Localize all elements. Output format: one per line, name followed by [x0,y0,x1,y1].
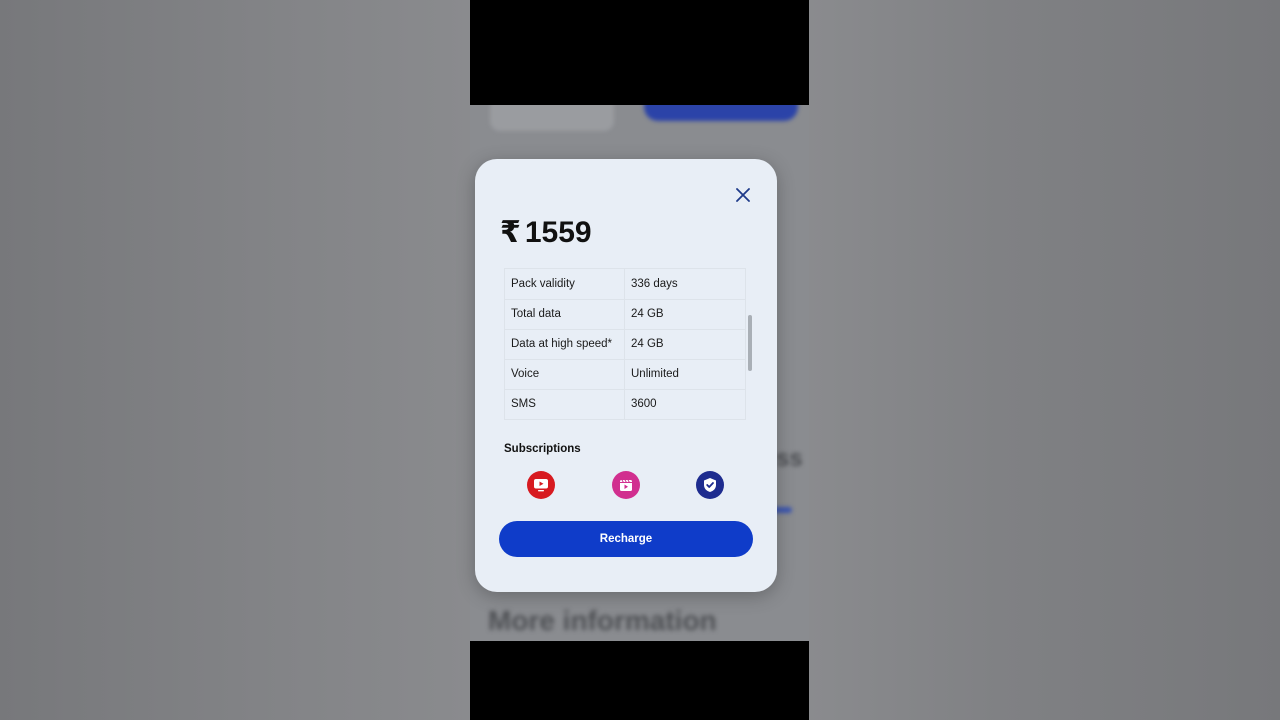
subscriptions-title: Subscriptions [504,443,581,455]
background-text-fragment: ss [776,445,803,472]
price-amount: 1559 [524,216,592,249]
table-row: Data at high speed* 24 GB [504,329,746,360]
plan-details-table[interactable]: Pack validity 336 days Total data 24 GB … [504,268,746,420]
table-row: Pack validity 336 days [504,269,746,300]
plan-price: ₹1559 [500,215,592,250]
table-scrollbar[interactable] [748,315,752,371]
detail-label: Pack validity [504,269,625,300]
detail-label: Total data [504,299,625,330]
left-letterbox [0,0,470,720]
currency-symbol: ₹ [500,216,521,249]
detail-label: SMS [504,389,625,420]
tv-play-icon [534,479,548,492]
detail-value: 3600 [624,389,746,420]
close-icon [736,188,750,202]
background-heading: More information [488,605,717,636]
detail-value: 336 days [624,269,746,300]
detail-value: 24 GB [624,329,746,360]
table-row: Voice Unlimited [504,359,746,390]
table-row: SMS 3600 [504,389,746,420]
subscription-tv-play[interactable] [527,471,555,499]
plan-details-modal: ₹1559 Pack validity 336 days Total data … [475,159,777,592]
shield-check-icon [704,478,716,492]
subscription-security[interactable] [696,471,724,499]
right-letterbox [809,0,1280,720]
cinema-clapper-icon [620,479,632,491]
table-row: Total data 24 GB [504,299,746,330]
detail-value: 24 GB [624,299,746,330]
subscription-cinema[interactable] [612,471,640,499]
detail-label: Data at high speed* [504,329,625,360]
background-button [644,105,798,121]
detail-label: Voice [504,359,625,390]
close-button[interactable] [731,183,755,207]
background-tab [490,105,614,131]
recharge-button[interactable]: Recharge [499,521,753,557]
detail-value: Unlimited [624,359,746,390]
